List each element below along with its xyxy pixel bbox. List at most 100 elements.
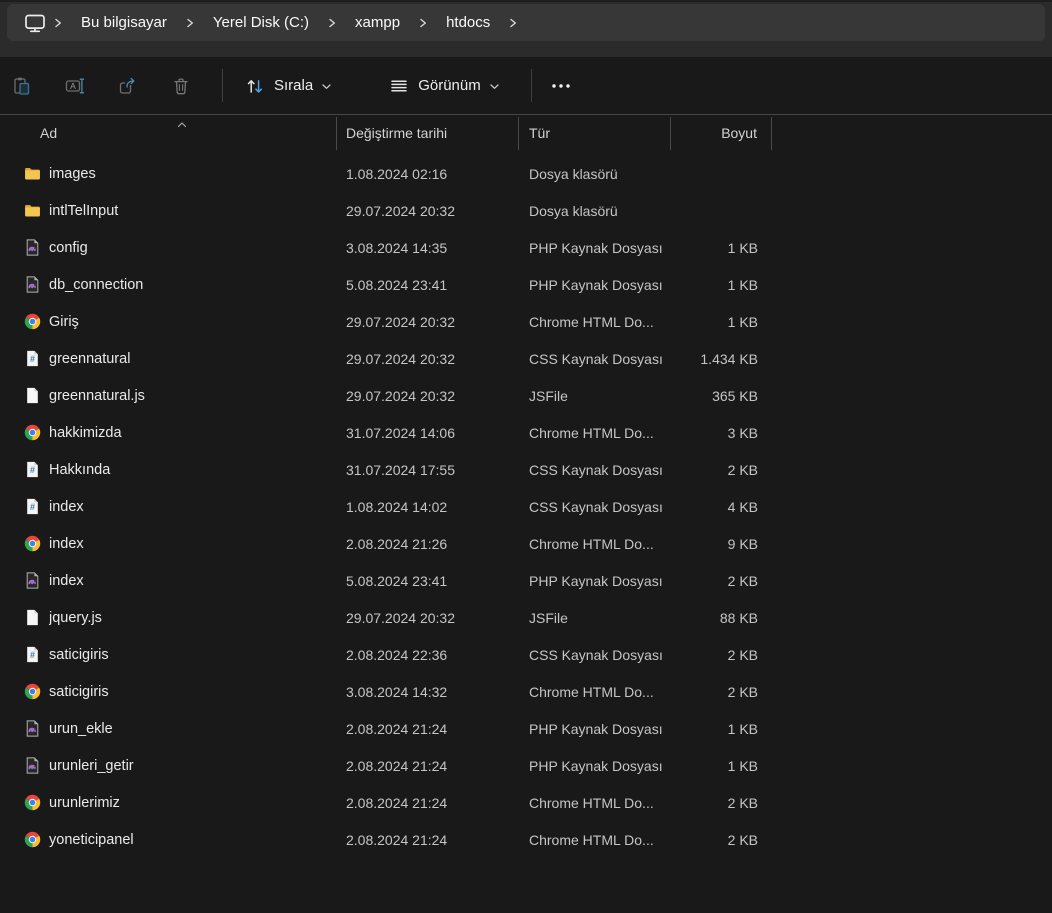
file-name: index: [49, 572, 84, 589]
file-row[interactable]: urunlerimiz 2.08.2024 21:24 Chrome HTML Do…: [0, 784, 1052, 821]
file-date: 2.08.2024 21:24: [346, 720, 448, 737]
file-size: 1 KB: [727, 239, 758, 256]
file-row[interactable]: saticigiris 3.08.2024 14:32 Chrome HTML Do…: [0, 673, 1052, 710]
file-row[interactable]: hakkimizda 31.07.2024 14:06 Chrome HTML Do…: [0, 414, 1052, 451]
file-row[interactable]: # greennatural 29.07.2024 20:32 CSS Kaynak …: [0, 340, 1052, 377]
rename-button[interactable]: A: [55, 66, 95, 106]
file-date: 31.07.2024 14:06: [346, 424, 455, 441]
sort-button[interactable]: Sırala: [235, 66, 341, 106]
file-row[interactable]: greennatural.js 29.07.2024 20:32 JSFile 365…: [0, 377, 1052, 414]
file-list: images 1.08.2024 02:16 Dosya klasörü intlTe…: [0, 151, 1052, 858]
column-header-type[interactable]: Tür: [519, 116, 671, 150]
breadcrumb-item-xampp[interactable]: xampp: [344, 9, 411, 36]
file-name: jquery.js: [49, 609, 102, 626]
file-size: 9 KB: [727, 535, 758, 552]
breadcrumb-chevron-icon: [327, 16, 337, 29]
file-date: 2.08.2024 21:24: [346, 831, 448, 848]
file-size: 4 KB: [727, 498, 758, 515]
file-row[interactable]: config 3.08.2024 14:35 PHP Kaynak Dosyası 1…: [0, 229, 1052, 266]
view-button[interactable]: Görünüm: [379, 66, 509, 106]
title-bar: Bu bilgisayar Yerel Disk (C:) xampp htdocs: [0, 0, 1052, 57]
chrome-icon: [24, 424, 41, 441]
chevron-down-icon: [490, 82, 499, 90]
chevron-down-icon: [322, 82, 331, 90]
file-row[interactable]: db_connection 5.08.2024 23:41 PHP Kaynak D…: [0, 266, 1052, 303]
breadcrumb: Bu bilgisayar Yerel Disk (C:) xampp htdocs: [70, 9, 525, 36]
file-icon: [24, 387, 41, 404]
column-header-size[interactable]: Boyut: [671, 116, 772, 150]
file-size: 1.434 KB: [700, 350, 758, 367]
file-date: 3.08.2024 14:32: [346, 683, 448, 700]
file-size: 2 KB: [727, 794, 758, 811]
breadcrumb-item-yerel-disk-c-[interactable]: Yerel Disk (C:): [202, 9, 320, 36]
file-size: 2 KB: [727, 831, 758, 848]
file-row[interactable]: intlTelInput 29.07.2024 20:32 Dosya klasör…: [0, 192, 1052, 229]
sort-arrows-icon: [245, 76, 265, 96]
file-row[interactable]: # saticigiris 2.08.2024 22:36 CSS Kaynak Do…: [0, 636, 1052, 673]
breadcrumb-item-htdocs[interactable]: htdocs: [435, 9, 501, 36]
php-icon: [24, 720, 41, 737]
column-header-date[interactable]: Değiştirme tarihi: [337, 116, 519, 150]
paste-button[interactable]: [2, 66, 42, 106]
chrome-icon: [24, 794, 41, 811]
file-row[interactable]: yoneticipanel 2.08.2024 21:24 Chrome HTML …: [0, 821, 1052, 858]
file-name: index: [49, 498, 84, 515]
chrome-icon: [24, 683, 41, 700]
delete-button[interactable]: [161, 66, 201, 106]
file-name: Hakkında: [49, 461, 111, 478]
file-row[interactable]: images 1.08.2024 02:16 Dosya klasörü: [0, 155, 1052, 192]
file-name: intlTelInput: [49, 202, 119, 219]
file-row[interactable]: jquery.js 29.07.2024 20:32 JSFile 88 KB: [0, 599, 1052, 636]
breadcrumb-chevron-icon: [508, 16, 518, 29]
file-date: 29.07.2024 20:32: [346, 609, 455, 626]
column-header-date-label: Değiştirme tarihi: [346, 125, 448, 141]
file-size: 3 KB: [727, 424, 758, 441]
file-name: images: [49, 165, 96, 182]
column-header-name-label: Ad: [40, 125, 58, 141]
this-pc-icon: [24, 12, 46, 34]
css-icon: #: [24, 350, 41, 367]
file-size: 365 KB: [712, 387, 758, 404]
command-bar: A Sırala Görünüm: [0, 57, 1052, 115]
column-header-name[interactable]: Ad: [0, 116, 337, 150]
file-date: 5.08.2024 23:41: [346, 276, 448, 293]
file-type: PHP Kaynak Dosyası: [529, 572, 663, 589]
column-header-row: Ad Değiştirme tarihi Tür Boyut: [0, 115, 1052, 151]
file-size: 1 KB: [727, 276, 758, 293]
file-size: 2 KB: [727, 572, 758, 589]
file-date: 2.08.2024 21:24: [346, 794, 448, 811]
svg-text:#: #: [30, 465, 35, 475]
file-row[interactable]: index 2.08.2024 21:26 Chrome HTML Do... 9 K…: [0, 525, 1052, 562]
share-button[interactable]: [108, 66, 148, 106]
file-type: CSS Kaynak Dosyası: [529, 646, 663, 663]
file-name: saticigiris: [49, 646, 109, 663]
svg-text:#: #: [30, 502, 35, 512]
toolbar-divider: [222, 69, 223, 102]
file-row[interactable]: urunleri_getir 2.08.2024 21:24 PHP Kaynak …: [0, 747, 1052, 784]
php-icon: [24, 239, 41, 256]
file-size: 1 KB: [727, 720, 758, 737]
file-row[interactable]: # index 1.08.2024 14:02 CSS Kaynak Dosyası 4…: [0, 488, 1052, 525]
file-row[interactable]: index 5.08.2024 23:41 PHP Kaynak Dosyası 2 …: [0, 562, 1052, 599]
file-row[interactable]: Giriş 29.07.2024 20:32 Chrome HTML Do... 1 …: [0, 303, 1052, 340]
file-date: 1.08.2024 02:16: [346, 165, 448, 182]
file-row[interactable]: # Hakkında 31.07.2024 17:55 CSS Kaynak Dosy…: [0, 451, 1052, 488]
file-name: urunleri_getir: [49, 757, 134, 774]
breadcrumb-item-bu-bilgisayar[interactable]: Bu bilgisayar: [70, 9, 178, 36]
file-name: index: [49, 535, 84, 552]
file-name: Giriş: [49, 313, 79, 330]
file-row[interactable]: urun_ekle 2.08.2024 21:24 PHP Kaynak Dosya…: [0, 710, 1052, 747]
file-type: JSFile: [529, 387, 568, 404]
file-date: 29.07.2024 20:32: [346, 387, 455, 404]
file-name: greennatural: [49, 350, 131, 367]
file-type: PHP Kaynak Dosyası: [529, 276, 663, 293]
address-bar[interactable]: Bu bilgisayar Yerel Disk (C:) xampp htdocs: [7, 4, 1045, 41]
see-more-button[interactable]: [540, 66, 582, 106]
breadcrumb-chevron-icon: [53, 16, 63, 29]
file-date: 31.07.2024 17:55: [346, 461, 455, 478]
file-date: 29.07.2024 20:32: [346, 350, 455, 367]
file-date: 29.07.2024 20:32: [346, 202, 455, 219]
php-icon: [24, 572, 41, 589]
file-name: saticigiris: [49, 683, 109, 700]
toolbar-divider: [530, 69, 532, 102]
